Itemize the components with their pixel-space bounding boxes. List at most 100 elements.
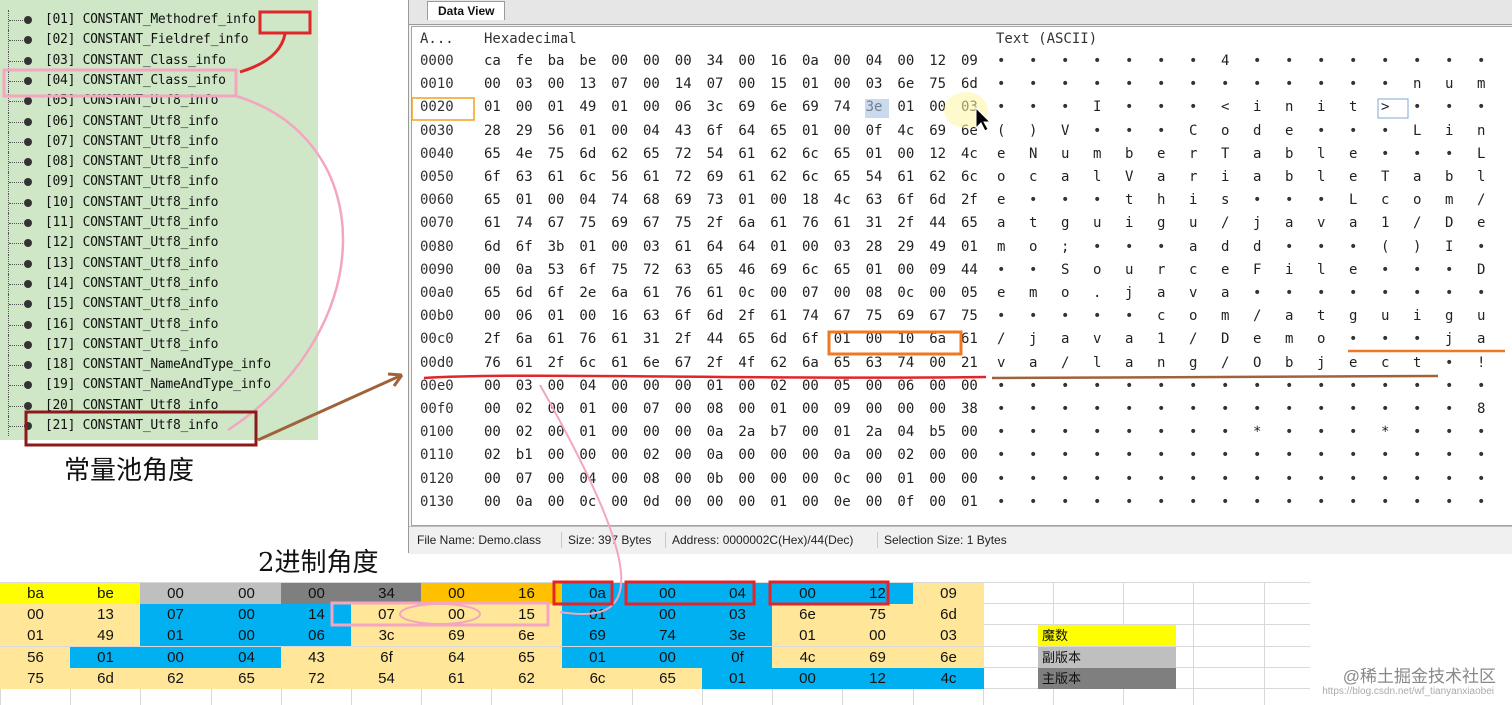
hex-byte[interactable]: 6f — [516, 239, 533, 255]
sheet-cell[interactable]: 6e — [772, 604, 843, 625]
hex-byte[interactable]: 63 — [643, 308, 660, 324]
ascii-char[interactable]: • — [1125, 239, 1133, 255]
ascii-char[interactable]: N — [1029, 146, 1037, 162]
hex-byte[interactable]: 07 — [707, 76, 724, 92]
ascii-char[interactable]: • — [1477, 424, 1485, 440]
hex-byte[interactable]: 2f — [675, 331, 692, 347]
hex-byte[interactable]: 00 — [484, 308, 501, 324]
ascii-char[interactable]: • — [1253, 53, 1261, 69]
sheet-cell[interactable]: 6e — [913, 647, 984, 668]
hex-byte[interactable]: 6c — [579, 355, 596, 371]
hex-byte[interactable]: 00 — [675, 494, 692, 510]
hex-byte[interactable]: 00 — [675, 401, 692, 417]
hex-byte[interactable]: ca — [484, 53, 501, 69]
ascii-char[interactable]: h — [1157, 192, 1165, 208]
ascii-char[interactable]: / — [1253, 308, 1261, 324]
hex-byte[interactable]: 00 — [929, 471, 946, 487]
hex-grid[interactable]: A... Hexadecimal Text (ASCII) 0000 ca fe ba… — [411, 26, 1512, 526]
ascii-char[interactable]: e — [997, 192, 1005, 208]
ascii-char[interactable]: D — [1221, 331, 1229, 347]
ascii-char[interactable]: • — [1061, 471, 1069, 487]
ascii-char[interactable]: • — [1413, 447, 1421, 463]
hex-byte[interactable]: 00 — [802, 471, 819, 487]
hex-byte[interactable]: 07 — [611, 76, 628, 92]
hex-byte[interactable]: 10 — [897, 331, 914, 347]
hex-byte[interactable]: 01 — [548, 308, 565, 324]
ascii-char[interactable]: e — [1349, 146, 1357, 162]
ascii-char[interactable]: • — [1413, 401, 1421, 417]
sheet-cell[interactable]: 00 — [842, 625, 913, 646]
hex-byte[interactable]: 65 — [643, 146, 660, 162]
ascii-char[interactable]: • — [1477, 239, 1485, 255]
hex-byte[interactable]: 72 — [643, 262, 660, 278]
ascii-char[interactable]: • — [1413, 262, 1421, 278]
ascii-char[interactable]: • — [1253, 76, 1261, 92]
ascii-char[interactable]: m — [1285, 331, 1293, 347]
hex-byte[interactable]: 05 — [834, 378, 851, 394]
ascii-char[interactable]: i — [1285, 262, 1293, 278]
tree-item[interactable]: [20] CONSTANT_Utf8_info — [0, 395, 318, 416]
hex-byte[interactable]: 64 — [738, 239, 755, 255]
ascii-char[interactable]: m — [1093, 146, 1101, 162]
ascii-char[interactable]: • — [1061, 494, 1069, 510]
ascii-char[interactable]: * — [1381, 424, 1389, 440]
hex-byte[interactable]: 00 — [611, 53, 628, 69]
hex-byte[interactable]: 69 — [929, 123, 946, 139]
hex-byte[interactable]: 6d — [770, 331, 787, 347]
hex-byte[interactable]: 6c — [802, 262, 819, 278]
hex-byte[interactable]: 00 — [738, 447, 755, 463]
ascii-char[interactable]: • — [1157, 53, 1165, 69]
ascii-char[interactable]: • — [1029, 308, 1037, 324]
hex-byte[interactable]: 00 — [484, 471, 501, 487]
ascii-char[interactable]: L — [1477, 146, 1485, 162]
hex-byte[interactable]: 00 — [738, 53, 755, 69]
ascii-char[interactable]: • — [1445, 99, 1453, 115]
hex-byte[interactable]: 6d — [579, 146, 596, 162]
ascii-char[interactable]: • — [1093, 239, 1101, 255]
ascii-char[interactable]: o — [1189, 308, 1197, 324]
hex-byte[interactable]: 0a — [802, 53, 819, 69]
ascii-char[interactable]: • — [997, 494, 1005, 510]
ascii-char[interactable]: T — [1221, 146, 1229, 162]
ascii-char[interactable]: • — [1061, 99, 1069, 115]
hex-byte[interactable]: 65 — [484, 192, 501, 208]
hex-byte[interactable]: 01 — [897, 99, 914, 115]
ascii-char[interactable]: • — [1381, 146, 1389, 162]
hex-byte[interactable]: 00 — [897, 262, 914, 278]
ascii-char[interactable]: t — [1317, 308, 1325, 324]
ascii-char[interactable]: / — [1413, 215, 1421, 231]
hex-byte[interactable]: 04 — [897, 424, 914, 440]
hex-byte[interactable]: 0f — [866, 123, 883, 139]
tree-item[interactable]: [07] CONSTANT_Utf8_info — [0, 131, 318, 152]
ascii-char[interactable]: e — [1349, 169, 1357, 185]
ascii-char[interactable]: • — [1157, 447, 1165, 463]
hex-byte[interactable]: 01 — [707, 378, 724, 394]
hex-byte[interactable]: 65 — [834, 262, 851, 278]
ascii-char[interactable]: • — [1413, 99, 1421, 115]
hex-byte[interactable]: 75 — [611, 262, 628, 278]
ascii-char[interactable]: • — [997, 99, 1005, 115]
hex-byte[interactable]: 03 — [866, 76, 883, 92]
hex-byte[interactable]: 00 — [802, 378, 819, 394]
tree-item[interactable]: [15] CONSTANT_Utf8_info — [0, 294, 318, 315]
hex-byte[interactable]: 00 — [611, 378, 628, 394]
hex-byte[interactable]: 14 — [675, 76, 692, 92]
ascii-char[interactable]: g — [1157, 215, 1165, 231]
hex-byte[interactable]: 07 — [643, 401, 660, 417]
ascii-char[interactable]: • — [1093, 447, 1101, 463]
ascii-char[interactable]: • — [1317, 471, 1325, 487]
sheet-cell[interactable]: 00 — [140, 647, 211, 668]
ascii-char[interactable]: • — [1189, 447, 1197, 463]
hex-byte[interactable]: 03 — [834, 239, 851, 255]
ascii-char[interactable]: • — [1317, 239, 1325, 255]
hex-byte[interactable]: 00 — [834, 53, 851, 69]
ascii-char[interactable]: • — [1477, 471, 1485, 487]
hex-byte[interactable]: 01 — [516, 192, 533, 208]
ascii-char[interactable]: i — [1189, 192, 1197, 208]
hex-byte[interactable]: b7 — [770, 424, 787, 440]
ascii-char[interactable]: * — [1253, 424, 1261, 440]
ascii-char[interactable]: • — [1349, 401, 1357, 417]
ascii-char[interactable]: • — [1413, 424, 1421, 440]
ascii-char[interactable]: • — [1189, 99, 1197, 115]
ascii-char[interactable]: • — [1349, 76, 1357, 92]
